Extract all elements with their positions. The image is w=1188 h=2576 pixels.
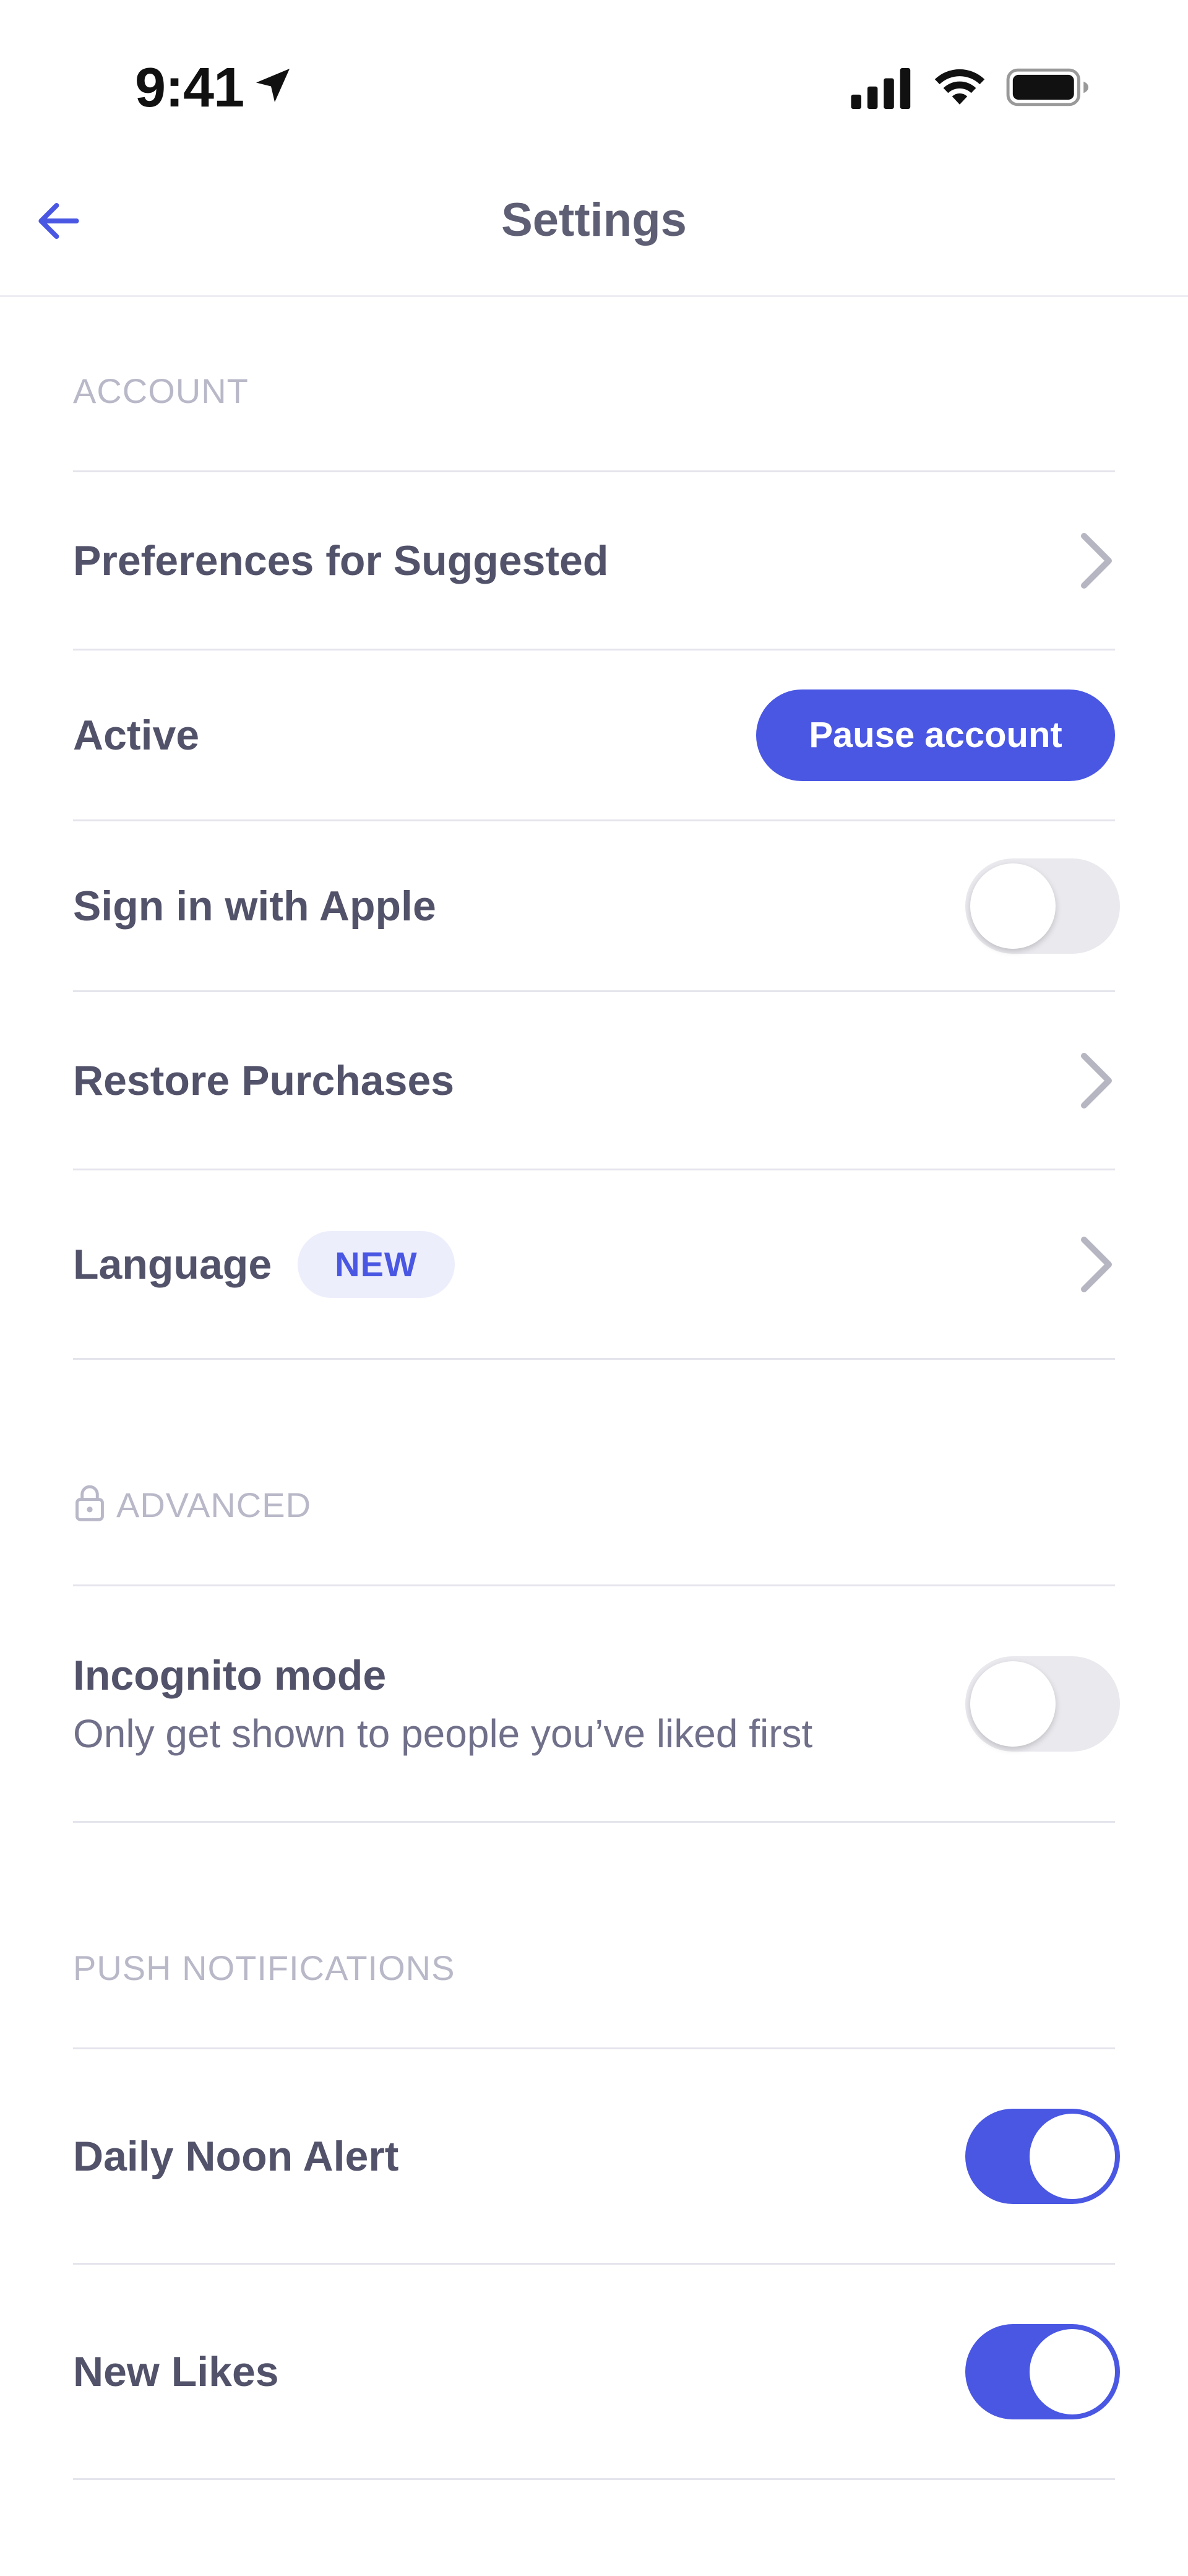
chevron-right-icon xyxy=(1081,1236,1112,1292)
chats-row xyxy=(73,2480,1115,2576)
settings-screen: 9:41 Settings ACCOUNT Preferences for Su… xyxy=(0,0,1188,2576)
section-header-account: ACCOUNT xyxy=(73,299,1115,472)
incognito-mode-row: Incognito mode Only get shown to people … xyxy=(73,1586,1120,1823)
section-header-label: ACCOUNT xyxy=(73,371,249,410)
incognito-text: Incognito mode Only get shown to people … xyxy=(73,1651,812,1757)
section-header-advanced: ADVANCED xyxy=(73,1360,1115,1586)
language-label: Language xyxy=(73,1240,272,1288)
restore-purchases-row[interactable]: Restore Purchases xyxy=(73,992,1115,1170)
chevron-right-icon xyxy=(1081,532,1112,589)
preferences-for-suggested-row[interactable]: Preferences for Suggested xyxy=(73,472,1115,650)
battery-icon xyxy=(1006,68,1088,106)
section-header-push-notifications: PUSH NOTIFICATIONS xyxy=(73,1823,1115,2049)
row-label: New Likes xyxy=(73,2348,279,2395)
toggle-knob xyxy=(1030,2328,1115,2414)
row-label: Language NEW xyxy=(73,1230,455,1298)
new-likes-toggle[interactable] xyxy=(965,2323,1120,2419)
settings-list: ACCOUNT Preferences for Suggested Active… xyxy=(73,299,1120,2576)
back-button[interactable] xyxy=(31,193,87,249)
new-likes-row: New Likes xyxy=(73,2265,1120,2480)
row-label: Incognito mode xyxy=(73,1651,387,1699)
chevron-right-icon xyxy=(1081,1052,1112,1109)
toggle-knob xyxy=(970,863,1056,949)
active-row: Active Pause account xyxy=(73,650,1115,821)
row-label: Sign in with Apple xyxy=(73,882,436,930)
section-header-label: PUSH NOTIFICATIONS xyxy=(73,1948,455,1987)
lock-icon xyxy=(75,1485,104,1521)
arrow-left-icon xyxy=(38,202,79,240)
row-subtitle: Only get shown to people you’ve liked fi… xyxy=(73,1711,813,1756)
cellular-signal-icon xyxy=(851,68,911,109)
sign-in-with-apple-row: Sign in with Apple xyxy=(73,821,1120,992)
navigation-bar: Settings xyxy=(0,149,1188,297)
status-time: 9:41 xyxy=(135,57,244,119)
row-label: Daily Noon Alert xyxy=(73,2132,399,2180)
status-bar: 9:41 xyxy=(0,0,1188,149)
new-badge: NEW xyxy=(298,1230,455,1298)
incognito-mode-toggle[interactable] xyxy=(965,1656,1120,1752)
sign-in-with-apple-toggle[interactable] xyxy=(965,858,1120,954)
wifi-icon xyxy=(934,69,985,105)
section-header-label: ADVANCED xyxy=(116,1485,312,1524)
page-title: Settings xyxy=(501,193,687,246)
language-row[interactable]: Language NEW xyxy=(73,1170,1115,1360)
pause-account-button[interactable]: Pause account xyxy=(756,689,1115,781)
daily-noon-alert-toggle[interactable] xyxy=(965,2108,1120,2204)
row-label: Preferences for Suggested xyxy=(73,537,609,584)
daily-noon-alert-row: Daily Noon Alert xyxy=(73,2049,1120,2265)
location-arrow-icon xyxy=(256,69,290,102)
row-label: Restore Purchases xyxy=(73,1057,455,1104)
toggle-knob xyxy=(1030,2113,1115,2199)
toggle-knob xyxy=(970,1661,1056,1747)
row-label: Active xyxy=(73,711,200,759)
